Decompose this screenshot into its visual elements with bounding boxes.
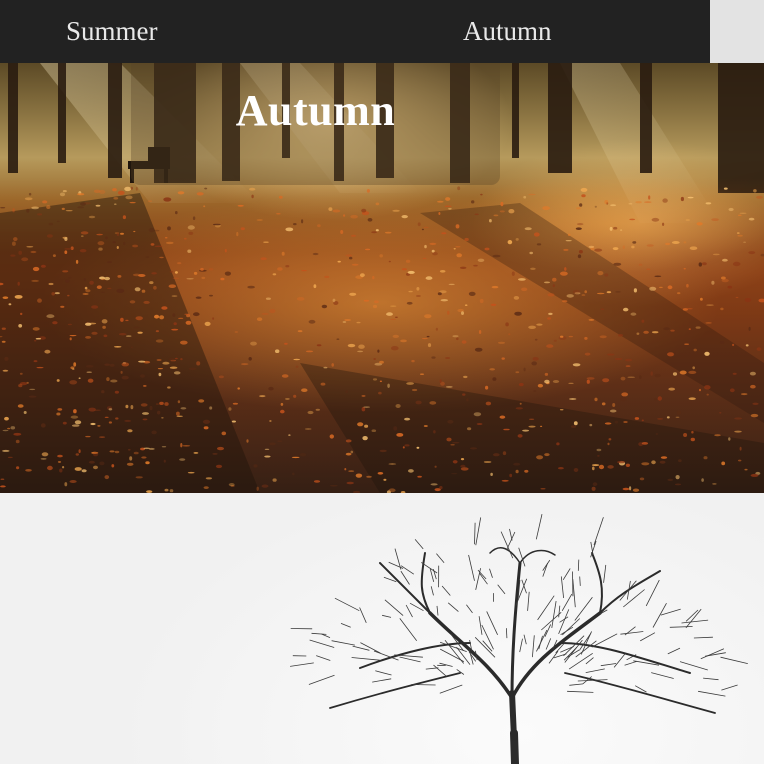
top-nav: Summer Autumn: [0, 0, 710, 63]
page: Summer Autumn Autumn: [0, 0, 764, 764]
bare-tree-image: [290, 514, 748, 764]
hero-title: Autumn: [235, 86, 396, 135]
nav-right-panel: [710, 0, 764, 63]
nav-link-autumn[interactable]: Autumn: [463, 0, 552, 63]
hero-title-box: Autumn: [131, 63, 500, 185]
winter-section: [0, 493, 764, 764]
autumn-hero: Autumn: [0, 63, 764, 493]
nav-link-summer[interactable]: Summer: [66, 0, 158, 63]
